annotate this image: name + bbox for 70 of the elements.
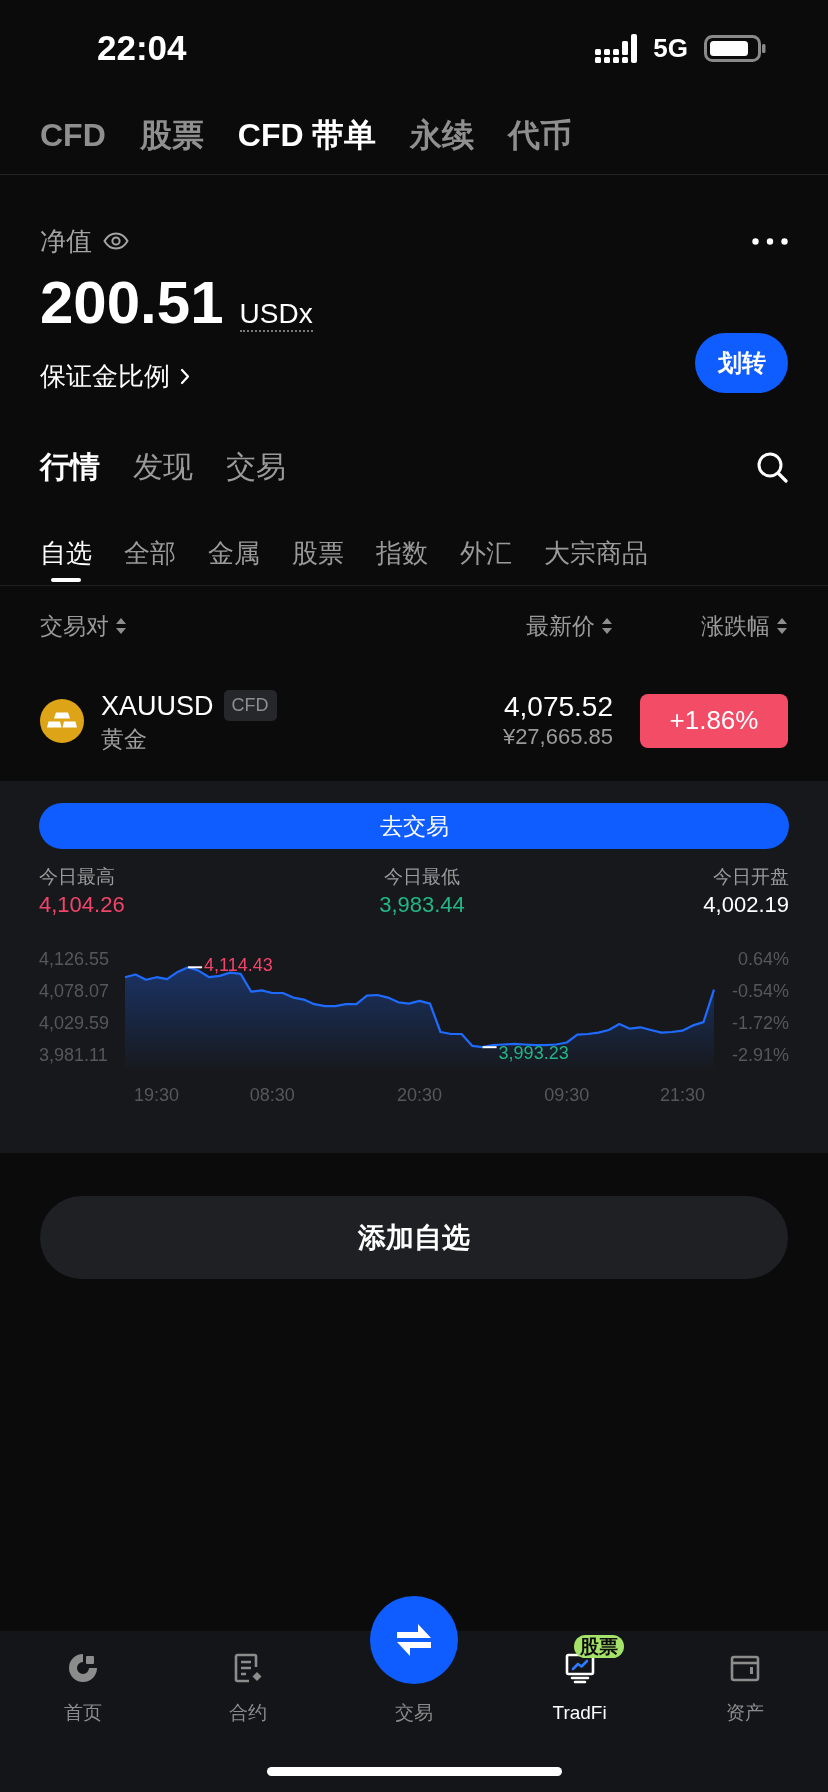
time-axis-label: 19:30 (134, 1085, 180, 1105)
nav-badge: 股票 (573, 1635, 624, 1658)
nav-tab[interactable]: 股票 TradFi (532, 1631, 627, 1725)
percent-axis-label: -1.72% (731, 1013, 789, 1033)
more-icon[interactable] (752, 238, 788, 245)
asset-name: 黄金 (101, 725, 147, 752)
document-icon (232, 1652, 265, 1684)
filter-tab[interactable]: 股票 (292, 536, 344, 582)
search-icon[interactable] (756, 451, 788, 483)
sort-icon (115, 616, 127, 636)
sort-header[interactable]: 最新价 (526, 611, 613, 641)
time-axis-label: 21:30 (659, 1085, 705, 1105)
time-axis-label: 09:30 (544, 1085, 590, 1105)
price-in-cny: ¥27,665.85 (502, 722, 613, 751)
asset-type-tag: CFD (223, 690, 277, 721)
price-axis-label: 3,981.11 (39, 1045, 108, 1065)
filter-tab[interactable]: 金属 (208, 536, 260, 582)
top-tab[interactable]: CFD 带单 (237, 115, 377, 155)
filter-tab[interactable]: 指数 (376, 536, 428, 582)
section-tab[interactable]: 发现 (133, 447, 193, 487)
price-axis-label: 4,126.55 (39, 949, 110, 969)
margin-ratio-link[interactable]: 保证金比例 (40, 359, 190, 393)
filter-tab[interactable]: 自选 (40, 536, 92, 582)
filter-tab[interactable]: 全部 (124, 536, 176, 582)
transfer-button[interactable]: 划转 (695, 333, 788, 393)
section-tab[interactable]: 交易 (226, 447, 286, 487)
section-tab[interactable]: 行情 (40, 447, 100, 487)
price-axis-label: 4,078.07 (39, 981, 110, 1001)
nav-tab[interactable]: 合约 (209, 1631, 288, 1725)
time-axis-label: 20:30 (397, 1085, 442, 1105)
percent-axis-label: -0.54% (731, 981, 789, 1001)
pie-chart-icon (66, 1652, 99, 1684)
sort-header[interactable]: 交易对 (40, 611, 127, 641)
chevron-right-icon (180, 367, 190, 385)
percent-axis-label: 0.64% (737, 949, 789, 969)
symbol-name: XAUUSD (101, 689, 214, 722)
sort-icon (776, 616, 788, 636)
stat-value: 4,104.26 (39, 892, 125, 918)
stat-label: 今日最低 (384, 866, 460, 888)
top-tab[interactable]: 永续 (410, 115, 475, 155)
stat-label: 今日开盘 (713, 866, 789, 888)
currency-unit[interactable]: USDx (239, 298, 313, 332)
signal-icon (595, 33, 638, 63)
time-axis-label: 08:30 (249, 1085, 295, 1105)
top-tab[interactable]: 代币 (508, 115, 573, 155)
stat-label: 今日最高 (39, 866, 115, 888)
ingot-stack-icon (40, 698, 84, 743)
price-axis-label: 4,029.59 (39, 1013, 110, 1033)
nav-tab[interactable]: 首页 (43, 1631, 122, 1725)
stat-value: 3,983.44 (379, 892, 465, 918)
nav-tab[interactable]: 交易 (350, 1596, 478, 1725)
net-value: 200.51 (40, 271, 224, 335)
filter-tab[interactable]: 大宗商品 (544, 536, 648, 582)
stat-value: 4,002.19 (703, 892, 789, 918)
filter-tab[interactable]: 外汇 (460, 536, 512, 582)
percent-axis-label: -2.91% (731, 1045, 789, 1065)
add-watchlist-button[interactable]: 添加自选 (40, 1196, 788, 1279)
sort-icon (601, 616, 613, 636)
trade-button[interactable]: 去交易 (39, 803, 789, 849)
sort-header[interactable]: 涨跌幅 (701, 611, 788, 641)
last-price: 4,075.52 (504, 690, 613, 723)
top-tab[interactable]: CFD (40, 115, 106, 155)
net-value-label: 净值 (40, 226, 92, 256)
nav-tab[interactable]: 资产 (706, 1631, 785, 1725)
top-tab[interactable]: 股票 (139, 115, 204, 155)
eye-icon[interactable] (103, 232, 129, 250)
battery-icon (704, 34, 766, 62)
network-type: 5G (653, 32, 688, 64)
status-time: 22:04 (97, 28, 187, 68)
change-badge[interactable]: +1.86% (640, 693, 788, 748)
